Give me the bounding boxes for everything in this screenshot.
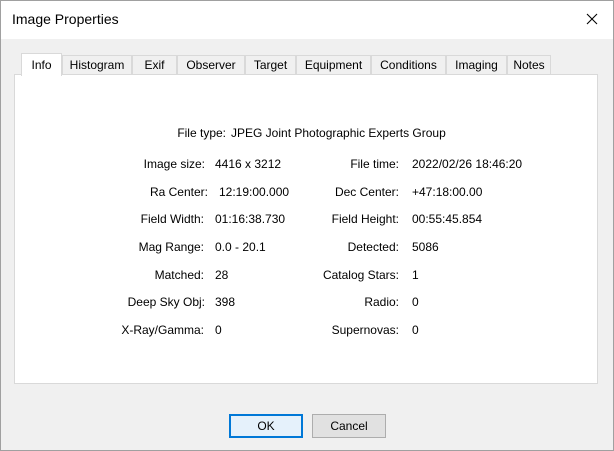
- matched-label: Matched:: [154, 268, 204, 282]
- field-height-value: 00:55:45.854: [412, 212, 483, 226]
- image-size-label: Image size:: [143, 157, 205, 171]
- file-time-label: File time:: [350, 157, 399, 171]
- dec-center-label: Dec Center:: [334, 185, 399, 199]
- tab-target[interactable]: Target: [245, 55, 296, 74]
- file-type-label: File type:: [177, 126, 226, 140]
- tab-strip: Info Histogram Exif Observer Target Equi…: [15, 53, 555, 76]
- dec-center-value: +47:18:00.00: [412, 185, 483, 199]
- tab-notes[interactable]: Notes: [507, 55, 551, 74]
- xray-value: 0: [215, 323, 222, 337]
- file-time-value: 2022/02/26 18:46:20: [412, 157, 523, 171]
- info-panel: File type: JPEG Joint Photographic Exper…: [14, 74, 598, 384]
- radio-label: Radio:: [364, 295, 399, 309]
- cancel-button[interactable]: Cancel: [312, 414, 386, 438]
- supernovas-value: 0: [412, 323, 419, 337]
- radio-value: 0: [412, 295, 419, 309]
- detected-value: 5086: [412, 240, 439, 254]
- tab-observer[interactable]: Observer: [177, 55, 245, 74]
- title-bar: Image Properties: [1, 1, 613, 39]
- tab-imaging[interactable]: Imaging: [446, 55, 507, 74]
- field-height-label: Field Height:: [331, 212, 399, 226]
- mag-range-value: 0.0 - 20.1: [215, 240, 266, 254]
- deep-sky-value: 398: [215, 295, 236, 309]
- mag-range-label: Mag Range:: [138, 240, 204, 254]
- matched-value: 28: [215, 268, 229, 282]
- file-type-value: JPEG Joint Photographic Experts Group: [231, 126, 446, 140]
- supernovas-label: Supernovas:: [331, 323, 399, 337]
- detected-label: Detected:: [347, 240, 399, 254]
- ok-button[interactable]: OK: [229, 414, 303, 438]
- catalog-stars-label: Catalog Stars:: [322, 268, 399, 282]
- field-width-label: Field Width:: [140, 212, 204, 226]
- close-button[interactable]: [577, 5, 607, 33]
- xray-label: X-Ray/Gamma:: [121, 323, 204, 337]
- deep-sky-label: Deep Sky Obj:: [127, 295, 205, 309]
- tab-equipment[interactable]: Equipment: [296, 55, 371, 74]
- window-title: Image Properties: [12, 11, 119, 27]
- image-size-value: 4416 x 3212: [215, 157, 282, 171]
- tab-conditions[interactable]: Conditions: [371, 55, 446, 74]
- close-icon: [586, 13, 598, 25]
- field-width-value: 01:16:38.730: [215, 212, 286, 226]
- tab-info[interactable]: Info: [21, 53, 62, 76]
- tab-histogram[interactable]: Histogram: [62, 55, 132, 74]
- catalog-stars-value: 1: [412, 268, 419, 282]
- ra-center-value: 12:19:00.000: [219, 185, 290, 199]
- tab-exif[interactable]: Exif: [132, 55, 177, 74]
- ra-center-label: Ra Center:: [149, 185, 208, 199]
